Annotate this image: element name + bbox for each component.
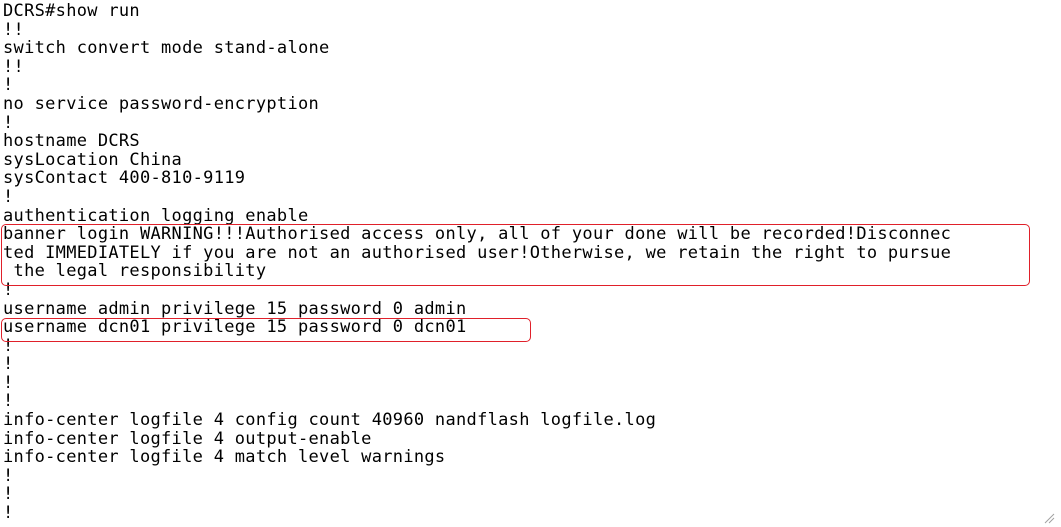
- terminal-line: sysLocation China: [3, 149, 183, 170]
- terminal-line: !: [3, 372, 14, 393]
- resize-grip-icon[interactable]: [1043, 511, 1055, 524]
- terminal-line: switch convert mode stand-alone: [3, 38, 330, 59]
- terminal-line: banner login WARNING!!!Authorised access…: [3, 224, 952, 245]
- terminal-line: !: [3, 354, 14, 375]
- terminal-line: username dcn01 privilege 15 password 0 d…: [3, 317, 467, 338]
- terminal-line: the legal responsibility: [3, 261, 267, 282]
- terminal-line: !: [3, 75, 14, 96]
- terminal-line: !: [3, 186, 14, 207]
- terminal-line: sysContact 400-810-9119: [3, 168, 246, 189]
- terminal-line: info-center logfile 4 output-enable: [3, 428, 372, 449]
- terminal-line: ted IMMEDIATELY if you are not an author…: [3, 242, 952, 263]
- terminal-line: authentication logging enable: [3, 205, 309, 226]
- terminal-line: !!: [3, 56, 25, 77]
- terminal-line: !!: [3, 19, 25, 40]
- terminal-line: !: [3, 391, 14, 412]
- terminal-line: DCRS#show run: [3, 1, 140, 21]
- terminal-line: !: [3, 503, 14, 524]
- terminal-line: info-center logfile 4 config count 40960…: [3, 410, 657, 431]
- terminal-line: no service password-encryption: [3, 93, 320, 114]
- terminal-line: !: [3, 484, 14, 505]
- terminal-line: !: [3, 279, 14, 300]
- terminal-line: !: [3, 335, 14, 356]
- terminal-line: info-center logfile 4 match level warnin…: [3, 447, 446, 468]
- terminal-line: username admin privilege 15 password 0 a…: [3, 298, 467, 319]
- terminal-line: !: [3, 112, 14, 133]
- terminal-line: hostname DCRS: [3, 131, 140, 152]
- terminal-output[interactable]: DCRS#show run !! switch convert mode sta…: [0, 0, 1061, 527]
- terminal-lines: DCRS#show run !! switch convert mode sta…: [3, 2, 951, 523]
- terminal-line: !: [3, 465, 14, 486]
